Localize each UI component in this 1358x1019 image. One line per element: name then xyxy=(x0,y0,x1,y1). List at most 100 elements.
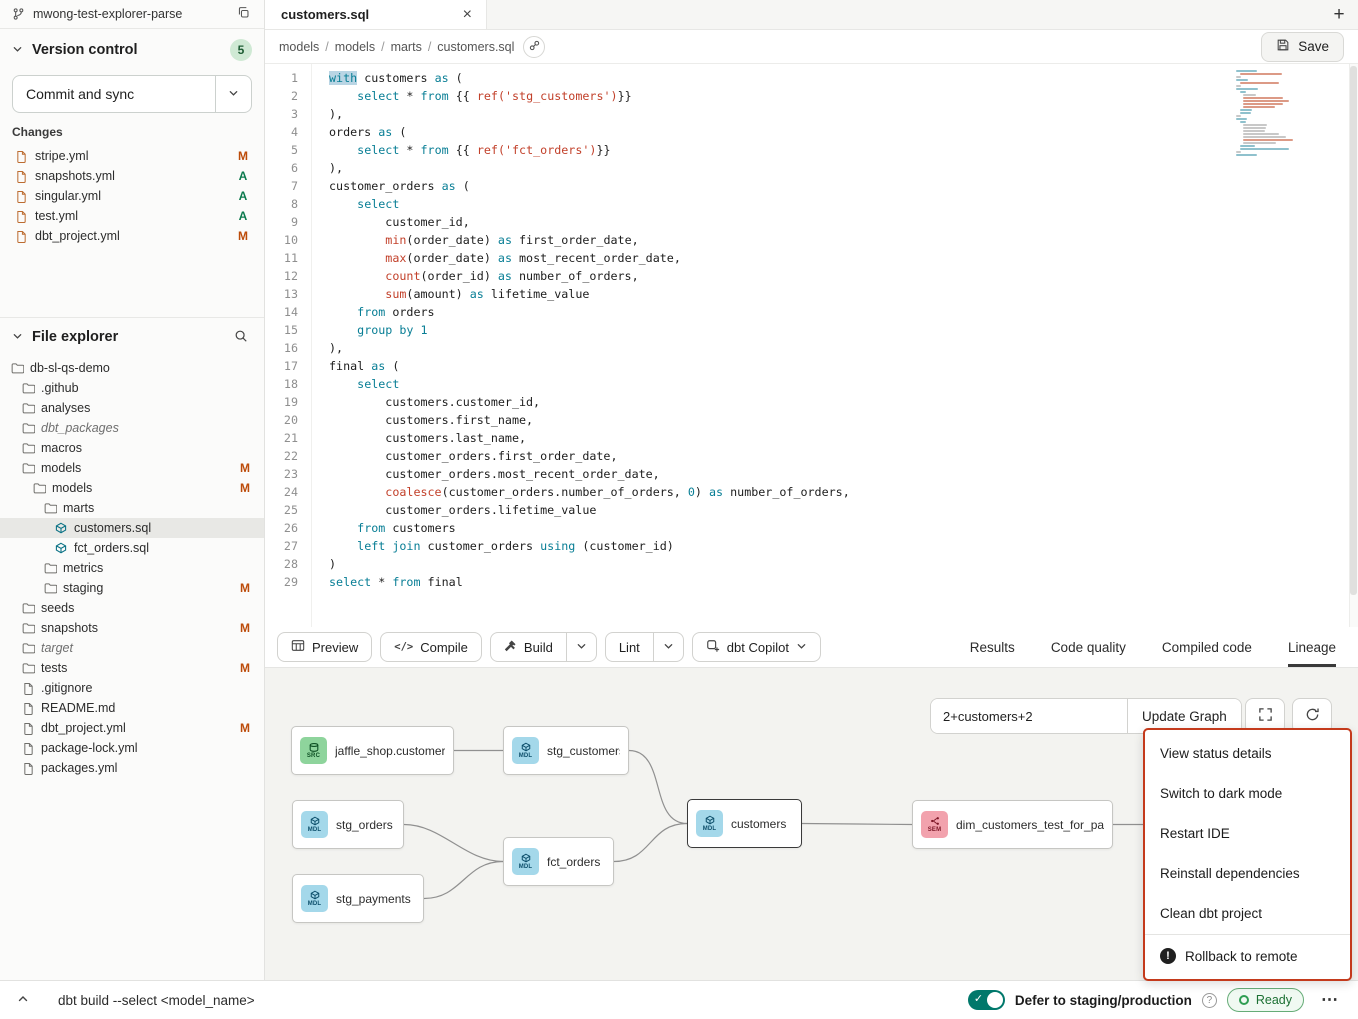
menu-item-view-status-details[interactable]: View status details xyxy=(1145,733,1350,773)
status-ready-badge[interactable]: Ready xyxy=(1227,988,1304,1012)
lineage-selector-input[interactable] xyxy=(931,699,1127,733)
changed-file-stripe-yml[interactable]: stripe.yml M xyxy=(12,146,252,166)
lineage-node-customers[interactable]: MDL customers xyxy=(687,799,802,848)
lint-options-button[interactable] xyxy=(653,633,683,661)
file-explorer-header[interactable]: File explorer xyxy=(0,318,264,356)
breadcrumb-item-customers-sql[interactable]: customers.sql xyxy=(437,40,514,54)
changed-file-test-yml[interactable]: test.yml A xyxy=(12,206,252,226)
tab-customers-sql[interactable]: customers.sql × xyxy=(265,0,487,29)
file-icon xyxy=(21,682,35,695)
folder-icon xyxy=(21,602,35,614)
build-button[interactable]: Build xyxy=(491,633,566,661)
tree-item-readme-md[interactable]: README.md xyxy=(0,698,264,718)
lineage-node-dim-customers-test-for-parse[interactable]: SEM dim_customers_test_for_parse xyxy=(912,800,1113,849)
breadcrumb-item-models[interactable]: models xyxy=(279,40,319,54)
command-text[interactable]: dbt build --select <model_name> xyxy=(58,993,255,1008)
menu-item-restart-ide[interactable]: Restart IDE xyxy=(1145,813,1350,853)
model-icon xyxy=(54,522,68,534)
line-number: 10 xyxy=(265,231,298,249)
file-icon xyxy=(21,762,35,775)
line-number-gutter: 1234567891011121314151617181920212223242… xyxy=(265,64,311,627)
tree-item-metrics[interactable]: metrics xyxy=(0,558,264,578)
tree-item-db-sl-qs-demo[interactable]: db-sl-qs-demo xyxy=(0,358,264,378)
menu-item-clean-dbt-project[interactable]: Clean dbt project xyxy=(1145,893,1350,933)
code-line: customer_orders.lifetime_value xyxy=(329,501,1358,519)
open-lineage-link-button[interactable] xyxy=(523,36,545,58)
lineage-node-stg-payments[interactable]: MDL stg_payments xyxy=(292,874,424,923)
commit-options-button[interactable] xyxy=(215,76,251,112)
tree-item-gitignore[interactable]: .gitignore xyxy=(0,678,264,698)
tree-item-packages-yml[interactable]: packages.yml xyxy=(0,758,264,778)
changed-file-snapshots-yml[interactable]: snapshots.yml A xyxy=(12,166,252,186)
tree-item-models[interactable]: models M xyxy=(0,478,264,498)
lineage-node-stg-customers[interactable]: MDL stg_customers xyxy=(503,726,629,775)
commit-and-sync-label[interactable]: Commit and sync xyxy=(13,76,215,112)
tree-item-customers-sql[interactable]: customers.sql xyxy=(0,518,264,538)
changed-file-dbt-project-yml[interactable]: dbt_project.yml M xyxy=(12,226,252,246)
scrollbar-thumb[interactable] xyxy=(1350,66,1357,595)
changed-file-singular-yml[interactable]: singular.yml A xyxy=(12,186,252,206)
compile-button[interactable]: </> Compile xyxy=(380,632,482,662)
breadcrumb-item-models[interactable]: models xyxy=(335,40,375,54)
tree-item-analyses[interactable]: analyses xyxy=(0,398,264,418)
tab-compiled-code[interactable]: Compiled code xyxy=(1162,627,1252,667)
dbt-copilot-button[interactable]: dbt Copilot xyxy=(692,632,821,662)
breadcrumb-separator: / xyxy=(428,40,431,54)
code-line: ), xyxy=(329,159,1358,177)
tree-item-target[interactable]: target xyxy=(0,638,264,658)
src-node-icon: SRC xyxy=(300,737,327,764)
tree-item-models[interactable]: models M xyxy=(0,458,264,478)
expand-command-panel-button[interactable] xyxy=(12,989,34,1011)
line-number: 27 xyxy=(265,537,298,555)
defer-toggle[interactable]: ✓ xyxy=(968,990,1005,1010)
file-search-button[interactable] xyxy=(230,326,252,348)
tree-item-dbt-project-yml[interactable]: dbt_project.yml M xyxy=(0,718,264,738)
tab-code-quality[interactable]: Code quality xyxy=(1051,627,1126,667)
file-icon xyxy=(14,150,28,163)
code-line: orders as ( xyxy=(329,123,1358,141)
file-icon xyxy=(14,190,28,203)
menu-item-rollback-to-remote[interactable]: ! Rollback to remote xyxy=(1145,936,1350,976)
help-icon[interactable]: ? xyxy=(1202,993,1217,1008)
ready-status-icon xyxy=(1239,995,1249,1005)
close-icon[interactable]: × xyxy=(463,7,472,23)
lineage-node-fct-orders[interactable]: MDL fct_orders xyxy=(503,837,614,886)
lint-button[interactable]: Lint xyxy=(606,633,653,661)
tree-item-package-lock-yml[interactable]: package-lock.yml xyxy=(0,738,264,758)
line-number: 28 xyxy=(265,555,298,573)
preview-button[interactable]: Preview xyxy=(277,632,372,662)
new-tab-button[interactable]: + xyxy=(1320,0,1358,29)
tree-item-staging[interactable]: staging M xyxy=(0,578,264,598)
version-control-header[interactable]: Version control 5 xyxy=(12,31,252,69)
tab-results[interactable]: Results xyxy=(970,627,1015,667)
lineage-node-jaffle-shop-customers[interactable]: SRC jaffle_shop.customers xyxy=(291,726,454,775)
code-area[interactable]: with customers as ( select * from {{ ref… xyxy=(311,64,1358,627)
menu-item-switch-to-dark-mode[interactable]: Switch to dark mode xyxy=(1145,773,1350,813)
tree-item-fct-orders-sql[interactable]: fct_orders.sql xyxy=(0,538,264,558)
tab-lineage[interactable]: Lineage xyxy=(1288,627,1336,667)
more-options-button[interactable]: ⋯ xyxy=(1314,988,1346,1012)
code-line: customer_orders.most_recent_order_date, xyxy=(329,465,1358,483)
tree-item-github[interactable]: .github xyxy=(0,378,264,398)
code-editor[interactable]: 1234567891011121314151617181920212223242… xyxy=(265,64,1358,627)
breadcrumb-item-marts[interactable]: marts xyxy=(391,40,422,54)
copy-branch-button[interactable] xyxy=(232,3,254,25)
tree-item-tests[interactable]: tests M xyxy=(0,658,264,678)
menu-item-reinstall-dependencies[interactable]: Reinstall dependencies xyxy=(1145,853,1350,893)
save-button[interactable]: Save xyxy=(1261,32,1344,62)
tree-item-seeds[interactable]: seeds xyxy=(0,598,264,618)
tree-item-macros[interactable]: macros xyxy=(0,438,264,458)
editor-minimap[interactable] xyxy=(1236,70,1292,156)
editor-scrollbar[interactable] xyxy=(1349,64,1358,627)
tree-item-marts[interactable]: marts xyxy=(0,498,264,518)
build-options-button[interactable] xyxy=(566,633,596,661)
sidebar: mwong-test-explorer-parse Version contro… xyxy=(0,0,265,980)
commit-and-sync-button[interactable]: Commit and sync xyxy=(12,75,252,113)
tree-item-dbt-packages[interactable]: dbt_packages xyxy=(0,418,264,438)
tree-item-snapshots[interactable]: snapshots M xyxy=(0,618,264,638)
file-icon xyxy=(21,702,35,715)
minimap-line xyxy=(1236,88,1258,90)
line-number: 2 xyxy=(265,87,298,105)
lineage-node-stg-orders[interactable]: MDL stg_orders xyxy=(292,800,404,849)
minimap-line xyxy=(1243,106,1275,108)
